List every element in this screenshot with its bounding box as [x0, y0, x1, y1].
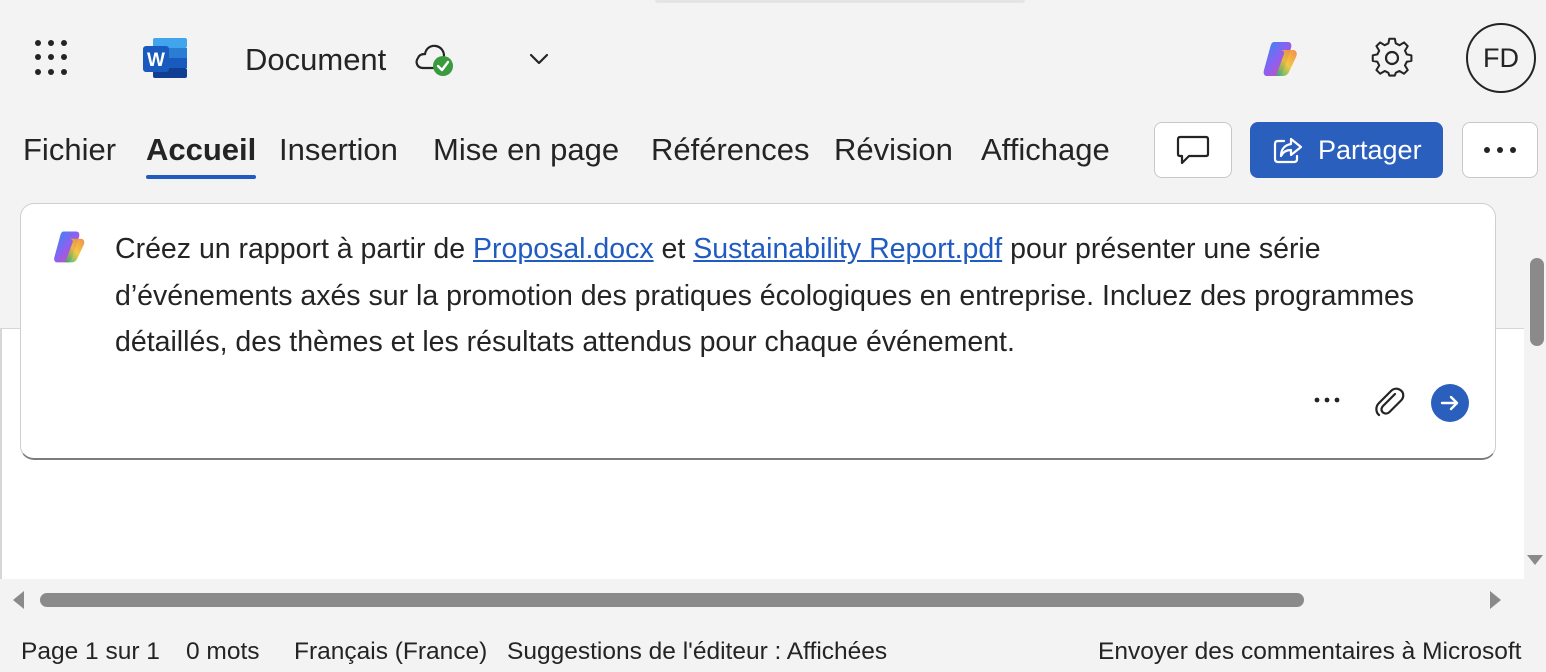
- word-logo-icon[interactable]: W: [141, 36, 189, 80]
- comment-icon: [1176, 135, 1210, 165]
- tab-insertion[interactable]: Insertion: [279, 125, 398, 175]
- copilot-prompt-card[interactable]: Créez un rapport à partir de Proposal.do…: [20, 203, 1496, 460]
- chevron-down-icon[interactable]: [526, 46, 552, 72]
- tab-revision[interactable]: Révision: [834, 125, 953, 175]
- more-icon: [1484, 147, 1516, 153]
- prompt-text-part: Créez un rapport à partir de: [115, 233, 474, 265]
- status-language[interactable]: Français (France): [294, 632, 487, 672]
- horizontal-scrollbar-thumb[interactable]: [40, 593, 1304, 607]
- status-editor-suggestions[interactable]: Suggestions de l'éditeur : Affichées: [507, 632, 887, 672]
- prompt-text-part: et: [653, 233, 694, 265]
- paperclip-icon[interactable]: [1371, 384, 1407, 420]
- app-launcher-icon[interactable]: [35, 40, 71, 76]
- vertical-scrollbar-thumb[interactable]: [1530, 258, 1544, 346]
- file-link-sustainability-report[interactable]: Sustainability Report.pdf: [693, 233, 1002, 265]
- copilot-prompt-text[interactable]: Créez un rapport à partir de Proposal.do…: [115, 226, 1455, 366]
- scroll-left-arrow-icon[interactable]: [10, 588, 28, 612]
- copilot-icon[interactable]: [1258, 36, 1302, 80]
- status-bar: Page 1 sur 1 0 mots Français (France) Su…: [0, 632, 1546, 672]
- file-link-proposal[interactable]: Proposal.docx: [473, 233, 654, 265]
- status-word-count[interactable]: 0 mots: [186, 632, 260, 672]
- more-icon[interactable]: [1309, 382, 1345, 418]
- share-icon: [1273, 137, 1303, 164]
- comments-button[interactable]: [1154, 122, 1232, 178]
- status-feedback-link[interactable]: Envoyer des commentaires à Microsoft: [1098, 632, 1521, 672]
- status-page-count[interactable]: Page 1 sur 1: [21, 632, 160, 672]
- tab-affichage[interactable]: Affichage: [981, 125, 1110, 175]
- more-options-button[interactable]: [1462, 122, 1538, 178]
- share-button[interactable]: Partager: [1250, 122, 1443, 178]
- copilot-icon: [54, 231, 85, 263]
- tab-references[interactable]: Références: [651, 125, 810, 175]
- tab-fichier[interactable]: Fichier: [23, 125, 116, 175]
- tab-accueil[interactable]: Accueil: [146, 125, 257, 179]
- gear-icon[interactable]: [1370, 36, 1414, 80]
- cloud-saved-icon[interactable]: [413, 40, 457, 78]
- share-button-label: Partager: [1318, 134, 1422, 165]
- window-top-edge: [655, 0, 1025, 3]
- tab-mise-en-page[interactable]: Mise en page: [433, 125, 619, 175]
- document-title[interactable]: Document: [245, 38, 386, 82]
- send-arrow-icon: [1440, 395, 1459, 411]
- scroll-down-arrow-icon[interactable]: [1525, 552, 1545, 568]
- user-avatar[interactable]: FD: [1466, 23, 1536, 93]
- scroll-right-arrow-icon[interactable]: [1486, 588, 1504, 612]
- svg-text:W: W: [147, 50, 165, 71]
- send-button[interactable]: [1431, 384, 1469, 422]
